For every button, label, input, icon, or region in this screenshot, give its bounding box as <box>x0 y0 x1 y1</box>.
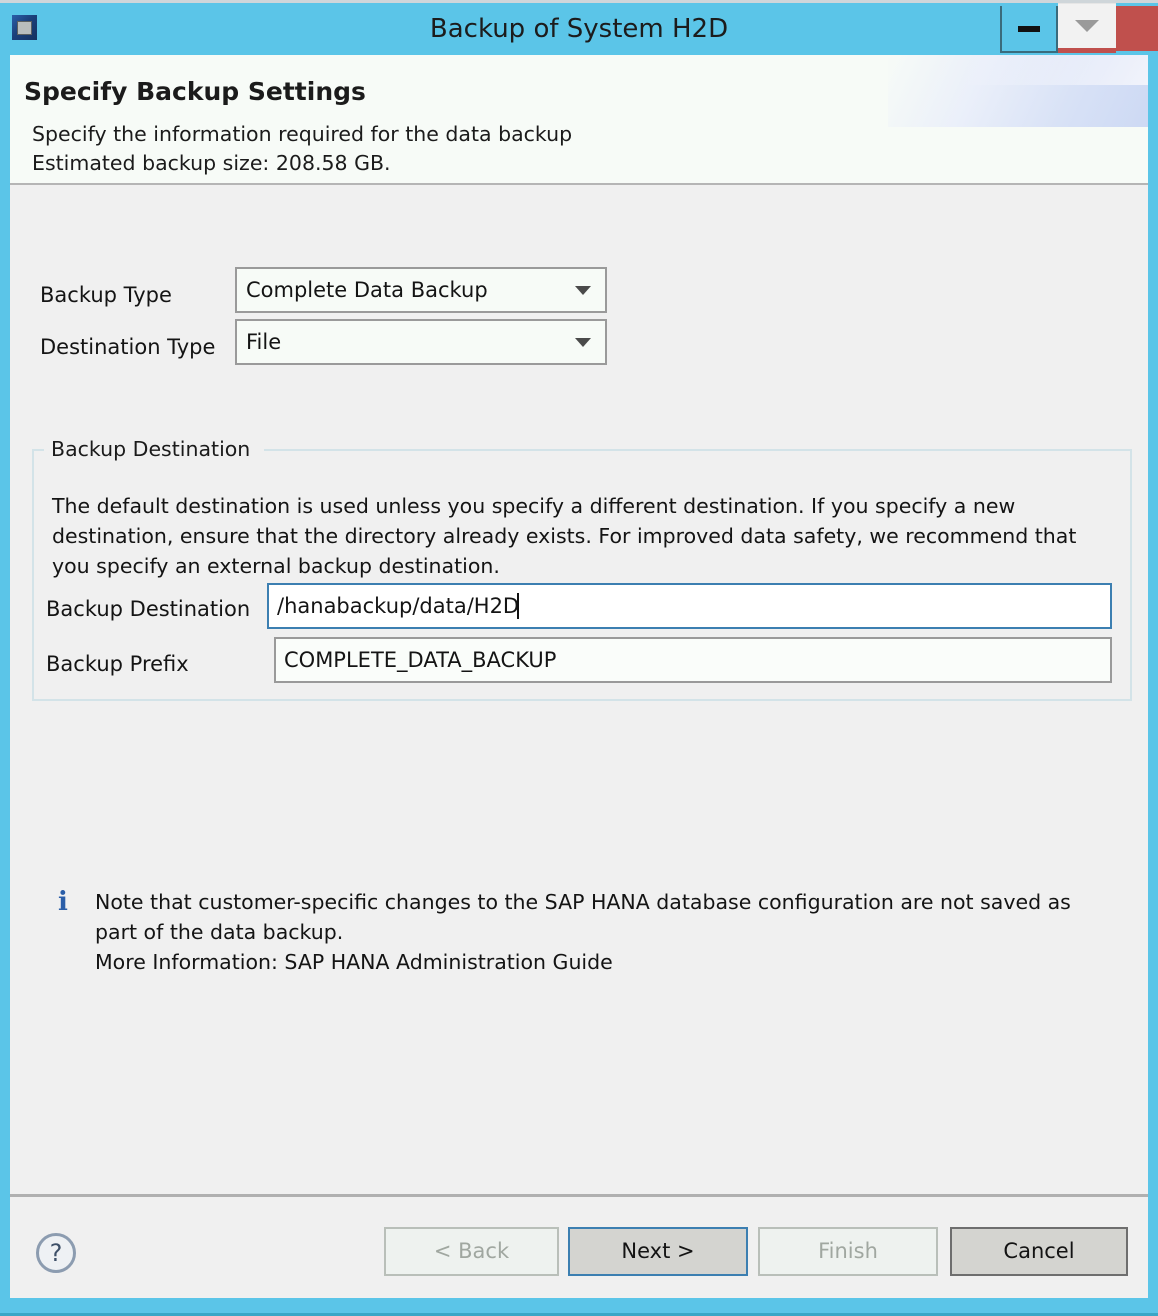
dialog-client-area: Specify Backup Settings Specify the info… <box>10 55 1148 1298</box>
button-bar: ? < Back Next > Finish Cancel <box>10 1197 1148 1298</box>
chevron-down-icon <box>575 338 591 347</box>
destination-type-combobox[interactable]: File <box>235 319 607 365</box>
chevron-down-icon <box>575 286 591 295</box>
group-border-top-left <box>32 449 44 451</box>
minimize-button[interactable] <box>1000 6 1058 53</box>
close-button[interactable] <box>1116 6 1158 51</box>
back-button[interactable]: < Back <box>384 1227 559 1276</box>
title-bar[interactable]: Backup of System H2D <box>0 3 1158 55</box>
wizard-body: Backup Type Complete Data Backup Destina… <box>10 185 1148 1194</box>
info-note-line-2: part of the data backup. <box>95 920 344 944</box>
chevron-down-icon <box>1075 20 1099 32</box>
backup-prefix-value: COMPLETE_DATA_BACKUP <box>284 648 557 672</box>
backup-prefix-label: Backup Prefix <box>46 652 189 676</box>
info-note-line-1: Note that customer-specific changes to t… <box>95 890 1071 914</box>
cancel-button[interactable]: Cancel <box>950 1227 1128 1276</box>
window-title: Backup of System H2D <box>429 14 729 44</box>
destination-type-label: Destination Type <box>40 335 216 359</box>
backup-type-combobox[interactable]: Complete Data Backup <box>235 267 607 313</box>
info-note-line-3: More Information: SAP HANA Administratio… <box>95 950 613 974</box>
backup-destination-value: /hanabackup/data/H2D <box>277 594 520 618</box>
backup-destination-input[interactable]: /hanabackup/data/H2D <box>267 583 1112 629</box>
page-description-line-2: Estimated backup size: 208.58 GB. <box>32 151 391 175</box>
page-title: Specify Backup Settings <box>24 77 366 106</box>
text-caret <box>517 593 519 619</box>
backup-type-value: Complete Data Backup <box>246 278 488 302</box>
restore-button-underline <box>1058 48 1116 53</box>
minimize-icon <box>1018 26 1040 32</box>
backup-destination-description: The default destination is used unless y… <box>52 494 1077 578</box>
info-icon: i <box>58 887 68 917</box>
page-description-line-1: Specify the information required for the… <box>32 122 573 146</box>
backup-type-label: Backup Type <box>40 283 172 307</box>
group-border-top-right <box>264 449 1132 451</box>
backup-wizard-window: Backup of System H2D Specify Backup Sett… <box>0 0 1158 1316</box>
help-icon-glyph: ? <box>49 1239 63 1267</box>
help-icon[interactable]: ? <box>36 1233 76 1273</box>
header-watermark-highlight <box>968 55 1148 85</box>
wizard-header: Specify Backup Settings Specify the info… <box>10 55 1148 183</box>
next-button[interactable]: Next > <box>568 1227 748 1276</box>
finish-button[interactable]: Finish <box>758 1227 938 1276</box>
backup-prefix-input[interactable]: COMPLETE_DATA_BACKUP <box>274 637 1112 683</box>
backup-destination-label: Backup Destination <box>46 597 251 621</box>
backup-destination-group-legend: Backup Destination <box>46 437 256 461</box>
page-description: Specify the information required for the… <box>32 120 572 178</box>
destination-type-value: File <box>246 330 282 354</box>
restore-button[interactable] <box>1058 3 1116 49</box>
info-note-text: Note that customer-specific changes to t… <box>95 887 1125 977</box>
